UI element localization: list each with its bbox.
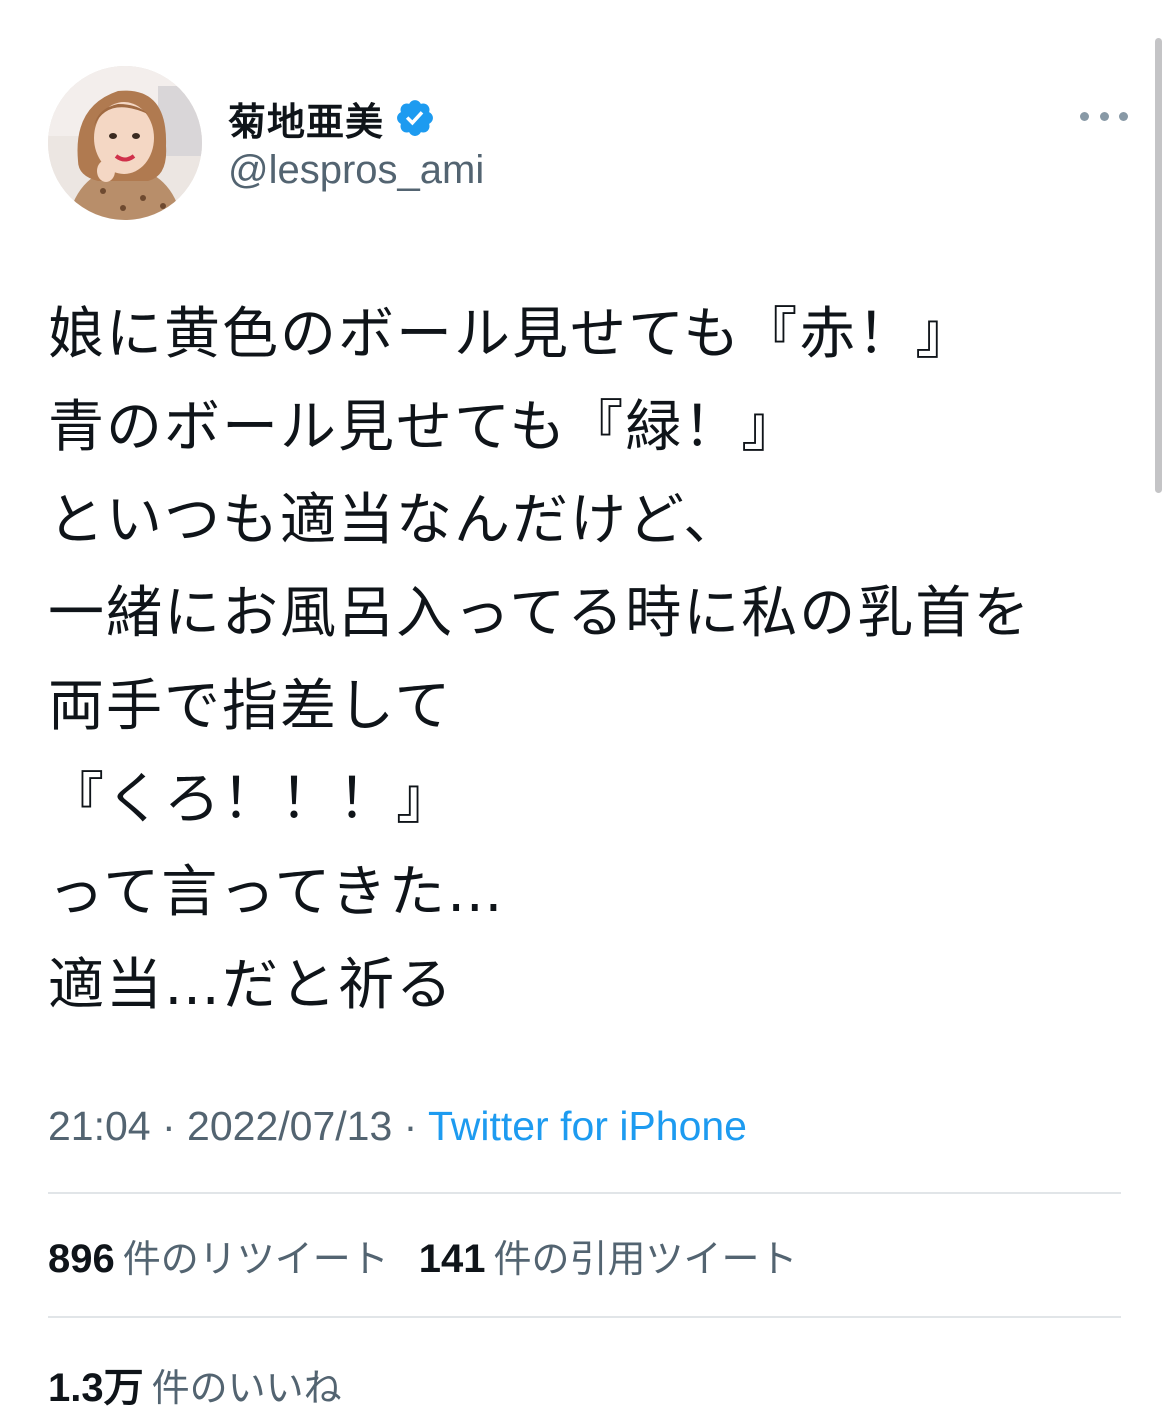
tweet-line: って言ってきた… bbox=[48, 860, 505, 925]
scrollbar[interactable] bbox=[1155, 38, 1162, 493]
avatar[interactable] bbox=[48, 66, 202, 220]
like-count: 1.3万 bbox=[48, 1366, 144, 1409]
quotes-stat[interactable]: 141 件の引用ツイート bbox=[419, 1228, 798, 1283]
name-row: 菊地亜美 bbox=[228, 92, 436, 144]
user-handle[interactable]: @lespros_ami bbox=[228, 148, 484, 193]
more-dot bbox=[1099, 111, 1109, 121]
quote-label: 件の引用ツイート bbox=[493, 1237, 798, 1281]
meta-separator: · bbox=[150, 1103, 188, 1149]
tweet-line: 娘に黄色のボール見せても『赤！』 bbox=[48, 302, 974, 367]
tweet-line: 『くろ！！！』 bbox=[48, 767, 454, 832]
stats-row-retweets: 896 件のリツイート 141 件の引用ツイート bbox=[48, 1228, 828, 1283]
retweet-label: 件のリツイート bbox=[122, 1237, 389, 1281]
more-dots-icon[interactable] bbox=[1080, 104, 1128, 128]
likes-stat[interactable]: 1.3万 件のいいね bbox=[48, 1355, 342, 1409]
divider bbox=[48, 1192, 1121, 1194]
tweet-line: 両手で指差して bbox=[48, 674, 453, 739]
tweet-time: 21:04 bbox=[48, 1103, 151, 1149]
tweet-source-link[interactable]: Twitter for iPhone bbox=[428, 1103, 747, 1149]
quote-count: 141 bbox=[418, 1237, 486, 1281]
tweet-line: 適当…だと祈る bbox=[48, 953, 454, 1018]
like-label: 件のいいね bbox=[151, 1366, 342, 1409]
stats-row-likes: 1.3万 件のいいね bbox=[48, 1355, 372, 1409]
tweet-line: といつも適当なんだけど、 bbox=[48, 488, 742, 553]
tweet-meta: 21:04 · 2022/07/13 · Twitter for iPhone bbox=[48, 1103, 747, 1150]
retweets-stat[interactable]: 896 件のリツイート bbox=[48, 1228, 389, 1283]
tweet-line: 青のボール見せても『緑！』 bbox=[48, 395, 800, 460]
tweet-line: 一緒にお風呂入ってる時に私の乳首を bbox=[48, 581, 1032, 646]
display-name[interactable]: 菊地亜美 bbox=[228, 91, 384, 146]
more-dot bbox=[1080, 111, 1089, 121]
tweet-header: 菊地亜美 @lespros_ami bbox=[48, 66, 1128, 222]
meta-separator: · bbox=[392, 1103, 428, 1149]
tweet-detail-page: 菊地亜美 @lespros_ami 娘に黄色のボール見せても『赤！』 青のボール… bbox=[0, 0, 1170, 1409]
tweet-date[interactable]: 2022/07/13 bbox=[187, 1103, 392, 1149]
tweet-text: 娘に黄色のボール見せても『赤！』 青のボール見せても『緑！』 といつも適当なんだ… bbox=[48, 288, 1128, 1032]
more-dot bbox=[1119, 111, 1128, 121]
retweet-count: 896 bbox=[48, 1237, 115, 1281]
divider bbox=[48, 1316, 1121, 1318]
verified-badge-icon bbox=[397, 100, 433, 136]
